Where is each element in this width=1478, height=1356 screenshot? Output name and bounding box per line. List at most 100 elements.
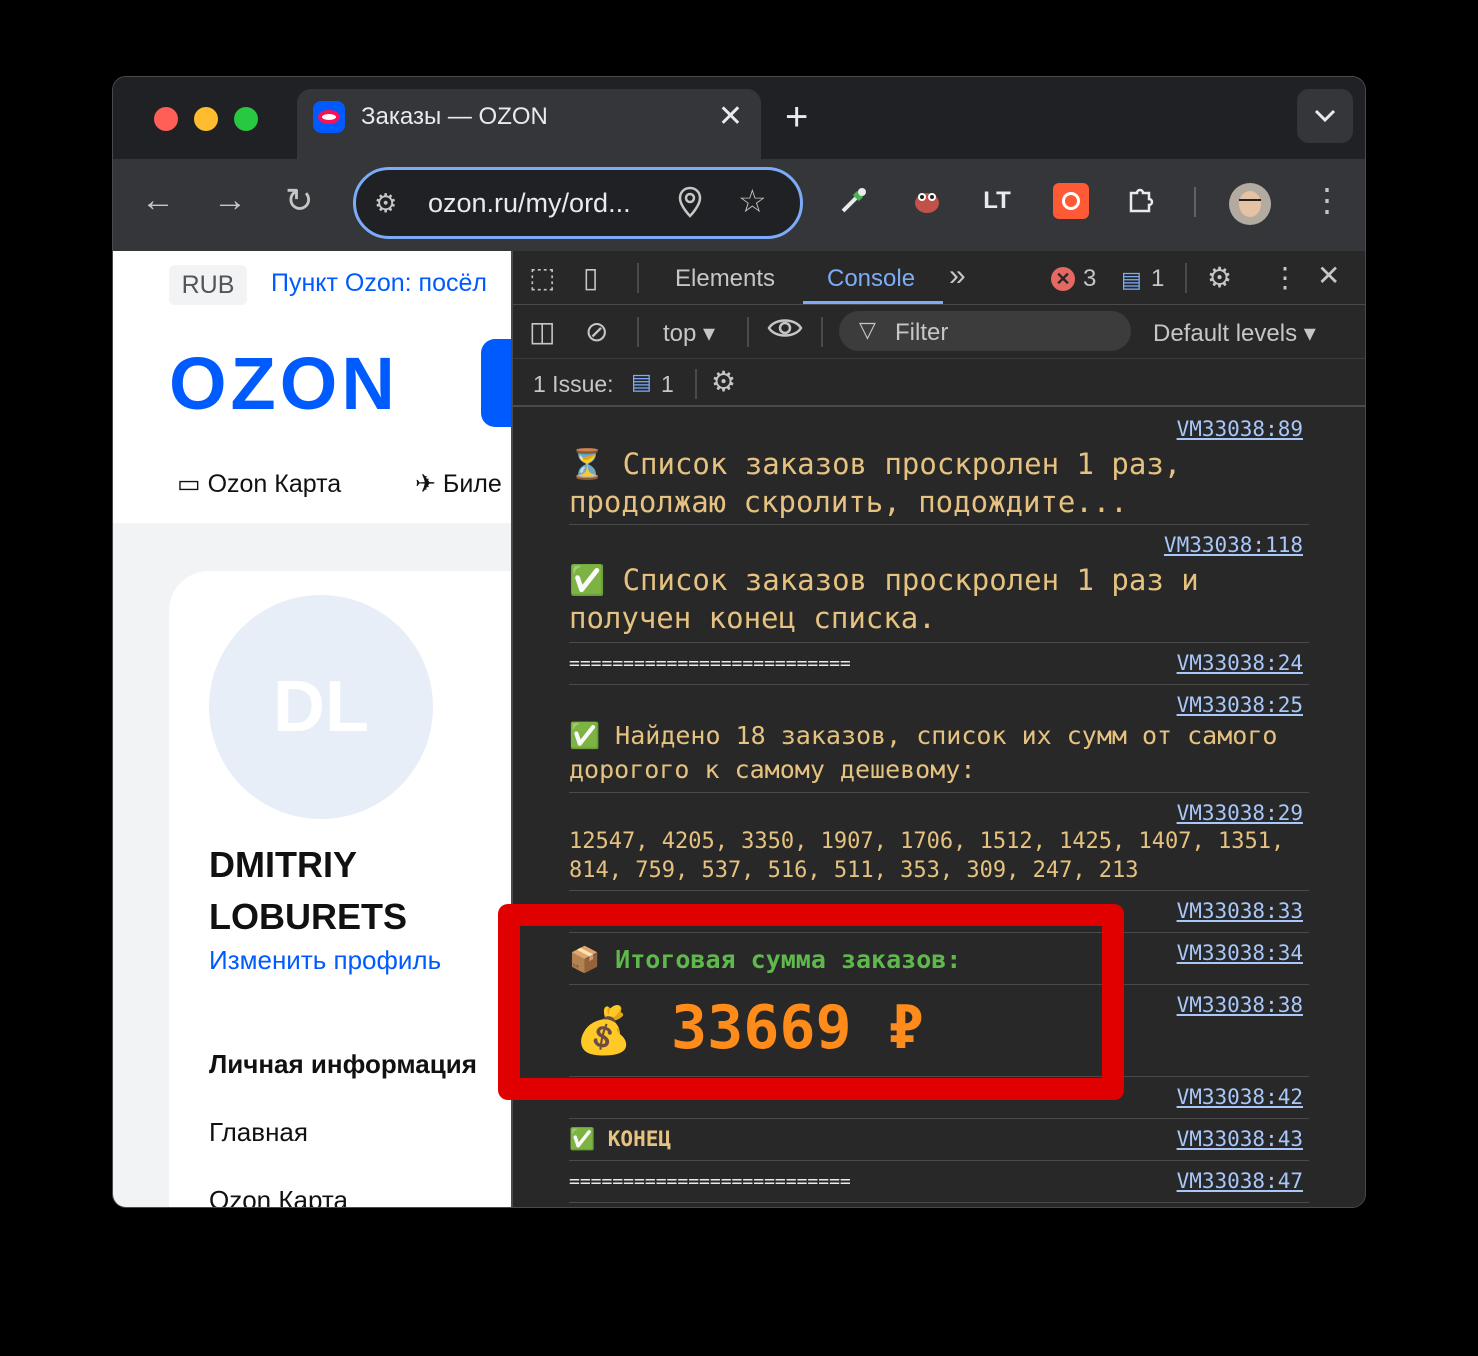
device-toolbar-icon[interactable]: ▯ xyxy=(583,261,598,294)
error-count[interactable]: 3 xyxy=(1083,265,1096,293)
message-count[interactable]: 1 xyxy=(1151,265,1164,293)
ozon-logo[interactable]: OZON xyxy=(169,341,399,426)
forward-icon[interactable]: → xyxy=(213,181,247,220)
close-devtools-icon[interactable]: ✕ xyxy=(1317,259,1340,292)
catalog-button[interactable] xyxy=(481,339,511,427)
source-link[interactable]: VM33038:43 xyxy=(1177,1127,1303,1151)
source-link[interactable]: VM33038:118 xyxy=(1164,533,1303,557)
nav-ozon-card[interactable]: ▭ Ozon Карта xyxy=(177,469,341,499)
back-icon[interactable]: ← xyxy=(141,181,175,220)
edit-profile-link[interactable]: Изменить профиль xyxy=(209,945,441,976)
message-icon[interactable]: ▤ xyxy=(1121,267,1142,293)
menu-item-home[interactable]: Главная xyxy=(209,1117,308,1148)
console-separator-text: ========================== xyxy=(569,653,851,674)
nav-tickets[interactable]: ✈ Биле xyxy=(415,469,502,499)
filter-placeholder: Filter xyxy=(895,319,949,346)
devtools-menu-icon[interactable]: ⋮ xyxy=(1271,261,1299,294)
frog-icon[interactable] xyxy=(909,183,945,219)
console-message-text: ⏳ Список заказов проскролен 1 раз, продо… xyxy=(569,447,1182,519)
web-page: RUB Пункт Ozon: посёл OZON ▭ Ozon Карта … xyxy=(113,251,511,1207)
menu-heading-personal-info: Личная информация xyxy=(209,1049,477,1079)
devtools-separator xyxy=(747,317,749,347)
browser-tab[interactable]: Заказы — OZON ✕ xyxy=(297,89,761,159)
credit-card-icon: ▭ xyxy=(177,470,201,498)
browser-toolbar: ← → ↻ ⚙ ozon.ru/my/ord... ☆ LT ⋮ xyxy=(113,159,1365,251)
devtools-tab-bar: ⬚ ▯ Elements Console » ✕ 3 ▤ 1 ⚙ ⋮ ✕ xyxy=(513,251,1365,305)
address-bar[interactable]: ⚙ ozon.ru/my/ord... ☆ xyxy=(353,167,803,239)
inspect-element-icon[interactable]: ⬚ xyxy=(529,261,555,294)
lt-icon[interactable]: LT xyxy=(979,183,1015,219)
source-link[interactable]: VM33038:42 xyxy=(1177,1085,1303,1109)
source-link[interactable]: VM33038:47 xyxy=(1177,1169,1303,1193)
devtools-separator xyxy=(695,369,697,399)
page-header: RUB Пункт Ozon: посёл OZON ▭ Ozon Карта … xyxy=(113,251,511,523)
source-link[interactable]: VM33038:29 xyxy=(1177,801,1303,825)
new-tab-button[interactable]: + xyxy=(785,95,808,140)
console-separator-text: ========================== xyxy=(569,1171,851,1192)
filter-funnel-icon: ▽ xyxy=(859,317,876,342)
close-window-button[interactable] xyxy=(154,107,178,131)
context-selector[interactable]: top ▾ xyxy=(663,319,715,348)
end-message-text: ✅ КОНЕЦ xyxy=(569,1127,672,1151)
record-icon[interactable] xyxy=(1053,183,1089,219)
devtools-separator xyxy=(1185,263,1187,293)
source-link[interactable]: VM33038:38 xyxy=(1177,993,1303,1017)
issues-settings-icon[interactable]: ⚙ xyxy=(711,365,736,398)
source-link[interactable]: VM33038:34 xyxy=(1177,941,1303,965)
console-message: VM33038:25 ✅ Найдено 18 заказов, список … xyxy=(569,685,1309,793)
maximize-window-button[interactable] xyxy=(234,107,258,131)
reload-icon[interactable]: ↻ xyxy=(285,181,314,221)
tab-console[interactable]: Console xyxy=(827,265,915,293)
console-message: ========================== VM33038:24 xyxy=(569,643,1309,685)
tab-title: Заказы — OZON xyxy=(361,103,548,130)
currency-badge[interactable]: RUB xyxy=(169,265,247,305)
error-icon[interactable]: ✕ xyxy=(1051,267,1075,291)
ozon-favicon-icon xyxy=(313,101,345,133)
total-highlight-frame xyxy=(498,904,1124,1100)
tab-search-button[interactable] xyxy=(1297,89,1353,143)
source-link[interactable]: VM33038:24 xyxy=(1177,651,1303,675)
console-message: VM33038:89 ⏳ Список заказов проскролен 1… xyxy=(569,409,1309,525)
devtools-separator xyxy=(637,263,639,293)
tab-elements[interactable]: Elements xyxy=(675,265,775,293)
url-text[interactable]: ozon.ru/my/ord... xyxy=(428,188,631,219)
console-toolbar: ◫ ⊘ top ▾ ▽ Filter Default levels ▾ xyxy=(513,305,1365,359)
issues-count[interactable]: 1 xyxy=(661,371,674,398)
sidebar-toggle-icon[interactable]: ◫ xyxy=(529,315,555,348)
console-message: ✅ КОНЕЦ VM33038:43 xyxy=(569,1119,1309,1161)
active-tab-indicator xyxy=(803,301,943,304)
devtools-separator xyxy=(637,317,639,347)
tab-strip: Заказы — OZON ✕ + xyxy=(113,77,1365,159)
lt-label: LT xyxy=(983,187,1011,214)
puzzle-icon[interactable] xyxy=(1123,183,1159,219)
eyedropper-icon[interactable] xyxy=(835,183,871,219)
profile-avatar[interactable] xyxy=(1229,183,1271,225)
user-name: DMITRIY LOBURETS xyxy=(209,844,407,937)
site-settings-icon[interactable]: ⚙ xyxy=(374,188,397,219)
console-message-text: ✅ Список заказов проскролен 1 раз и полу… xyxy=(569,563,1199,635)
console-message: ========================== VM33038:47 xyxy=(569,1161,1309,1203)
issues-label[interactable]: 1 Issue: xyxy=(533,371,614,398)
bookmark-star-icon[interactable]: ☆ xyxy=(738,182,767,220)
kebab-menu-icon[interactable]: ⋮ xyxy=(1311,181,1343,219)
more-tabs-icon[interactable]: » xyxy=(949,259,966,293)
location-pin-icon[interactable] xyxy=(678,186,702,225)
source-link[interactable]: VM33038:25 xyxy=(1177,693,1303,717)
source-link[interactable]: VM33038:89 xyxy=(1177,417,1303,441)
pickup-point-link[interactable]: Пункт Ozon: посёл xyxy=(271,269,487,298)
live-expression-eye-icon[interactable] xyxy=(767,313,803,350)
console-filter-input[interactable]: ▽ Filter xyxy=(839,311,1131,351)
devtools-separator xyxy=(821,317,823,347)
profile-card: DL DMITRIY LOBURETS Изменить профиль Лич… xyxy=(169,571,511,1207)
clear-console-icon[interactable]: ⊘ xyxy=(585,315,608,348)
issue-message-icon[interactable]: ▤ xyxy=(631,369,652,395)
toolbar-separator xyxy=(1194,187,1196,217)
user-avatar: DL xyxy=(209,595,433,819)
source-link[interactable]: VM33038:33 xyxy=(1177,899,1303,923)
settings-gear-icon[interactable]: ⚙ xyxy=(1207,261,1232,294)
tab-close-icon[interactable]: ✕ xyxy=(718,99,743,134)
log-levels-dropdown[interactable]: Default levels ▾ xyxy=(1153,319,1316,348)
minimize-window-button[interactable] xyxy=(194,107,218,131)
airplane-icon: ✈ xyxy=(415,470,436,498)
menu-item-ozon-card[interactable]: Ozon Карта xyxy=(209,1185,348,1207)
